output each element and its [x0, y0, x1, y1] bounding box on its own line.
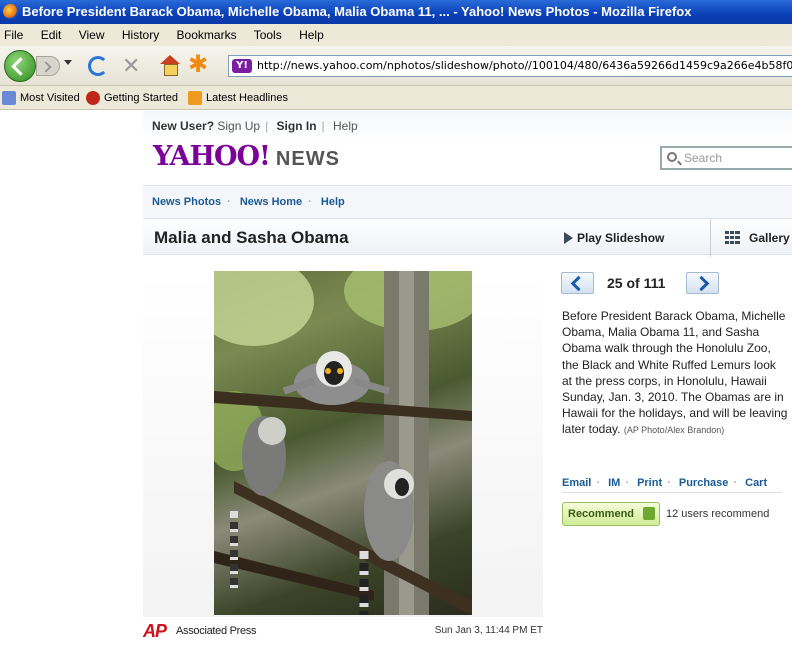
gallery-grid-icon — [725, 231, 740, 244]
account-nav: New User? Sign Up | Sign In | Help — [143, 111, 792, 141]
subnav-help-link[interactable]: Help — [321, 196, 345, 208]
bookmark-star-icon[interactable]: ✱ — [188, 52, 208, 78]
search-input[interactable]: Search — [660, 146, 792, 170]
gallery-label: Gallery — [749, 231, 790, 245]
menu-file[interactable]: File — [4, 28, 23, 42]
lemur-photo-illustration — [214, 271, 472, 615]
web-page: New User? Sign Up | Sign In | Help YAHOO! N… — [143, 111, 792, 664]
most-visited-icon — [2, 91, 16, 106]
window-title-bar: Before President Barack Obama, Michelle … — [0, 0, 792, 24]
forward-button[interactable] — [36, 56, 60, 76]
photo-caption: Before President Barack Obama, Michelle … — [562, 308, 789, 439]
bookmark-latest-headlines[interactable]: Latest Headlines — [188, 86, 288, 110]
bookmark-label: Most Visited — [20, 92, 80, 104]
play-slideshow-button[interactable]: Play Slideshow — [564, 219, 664, 257]
firefox-bookmark-icon — [86, 91, 100, 106]
thumbs-up-icon — [643, 507, 655, 520]
recommend-count: 12 users recommend — [666, 508, 770, 520]
photo-frame — [143, 271, 543, 617]
bookmark-label: Latest Headlines — [206, 92, 288, 104]
caption-source: (AP Photo/Alex Brandon) — [623, 425, 725, 436]
previous-photo-button[interactable] — [561, 272, 594, 294]
menu-bar: File Edit View History Bookmarks Tools H… — [0, 24, 792, 46]
sign-in-link[interactable]: Sign In — [277, 119, 317, 133]
window-title: Before President Barack Obama, Michelle … — [22, 4, 692, 19]
section-nav: News Photos · News Home · Help — [143, 185, 792, 219]
slideshow-header: Malia and Sasha Obama Play Slideshow Gal… — [143, 219, 792, 257]
site-icon: Y! — [232, 59, 252, 73]
agency-name: Associated Press — [176, 625, 257, 637]
recommend-button[interactable]: Recommend — [562, 502, 660, 526]
stop-icon[interactable]: ✕ — [122, 55, 140, 77]
photo-counter: 25 of 111 — [607, 275, 666, 291]
bookmark-label: Getting Started — [104, 92, 178, 104]
url-text: http://news.yahoo.com/nphotos/slideshow/… — [257, 59, 792, 72]
play-slideshow-label: Play Slideshow — [577, 231, 665, 245]
menu-bookmarks[interactable]: Bookmarks — [177, 28, 237, 42]
back-button[interactable] — [4, 50, 36, 82]
search-placeholder: Search — [684, 151, 723, 165]
im-link[interactable]: IM — [608, 477, 620, 489]
reload-icon[interactable] — [88, 56, 108, 76]
print-link[interactable]: Print — [637, 477, 662, 489]
cart-link[interactable]: Cart — [745, 477, 767, 489]
photo-credit: AP Associated Press Sun Jan 3, 11:44 PM … — [143, 617, 543, 641]
firefox-icon — [3, 4, 18, 19]
yahoo-logo: YAHOO! — [153, 141, 271, 172]
email-link[interactable]: Email — [562, 477, 591, 489]
photo-date: Sun Jan 3, 11:44 PM ET — [434, 625, 543, 636]
photo-actions: Email · IM · Print · Purchase · Cart — [562, 475, 782, 493]
bookmark-getting-started[interactable]: Getting Started — [86, 86, 178, 110]
menu-help[interactable]: Help — [299, 28, 324, 42]
lemur-photo[interactable] — [214, 271, 472, 615]
new-user-label: New User? — [152, 119, 215, 133]
news-photos-link[interactable]: News Photos — [152, 196, 221, 208]
purchase-link[interactable]: Purchase — [679, 477, 729, 489]
gallery-button[interactable]: Gallery — [710, 219, 790, 257]
help-link[interactable]: Help — [333, 119, 358, 133]
menu-edit[interactable]: Edit — [41, 28, 62, 42]
next-photo-button[interactable] — [686, 272, 719, 294]
menu-history[interactable]: History — [122, 28, 159, 42]
caption-text: Before President Barack Obama, Michelle … — [562, 309, 788, 437]
slideshow-title: Malia and Sasha Obama — [154, 228, 349, 247]
ap-logo: AP — [143, 621, 167, 641]
news-logo-text: NEWS — [275, 148, 340, 170]
url-bar[interactable]: Y! http://news.yahoo.com/nphotos/slidesh… — [228, 55, 792, 77]
yahoo-news-logo[interactable]: YAHOO! NEWS — [153, 142, 340, 174]
news-home-link[interactable]: News Home — [240, 196, 302, 208]
rss-icon — [188, 91, 202, 106]
sign-up-link[interactable]: Sign Up — [217, 119, 260, 133]
recommend-label: Recommend — [568, 508, 635, 520]
home-icon[interactable] — [160, 55, 180, 76]
navigation-toolbar: ✕ ✱ Y! http://news.yahoo.com/nphotos/sli… — [0, 46, 792, 86]
menu-tools[interactable]: Tools — [254, 28, 282, 42]
bookmarks-toolbar: Most Visited Getting Started Latest Head… — [0, 86, 792, 110]
search-icon — [667, 152, 677, 162]
history-dropdown-icon[interactable] — [64, 60, 72, 65]
bookmark-most-visited[interactable]: Most Visited — [2, 86, 80, 110]
menu-view[interactable]: View — [79, 28, 105, 42]
